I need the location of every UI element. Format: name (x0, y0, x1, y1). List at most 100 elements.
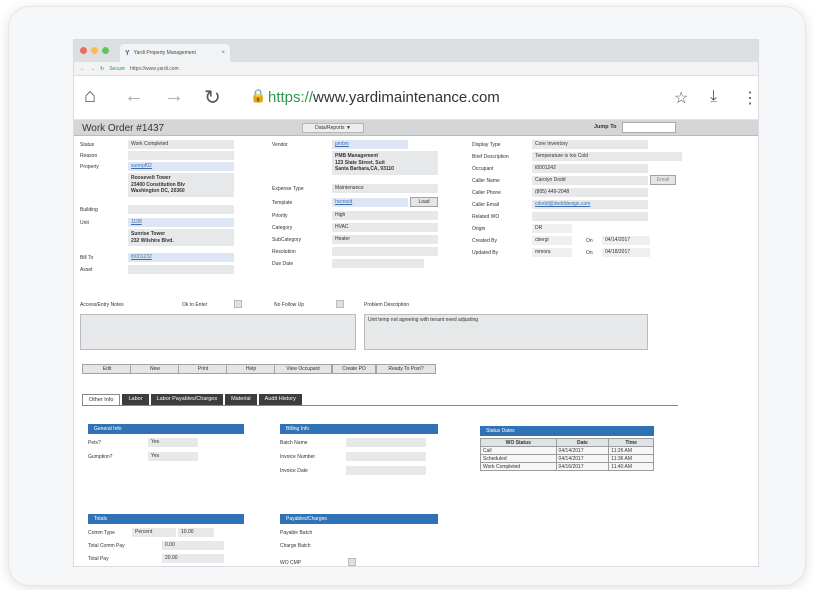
resolution-field[interactable] (332, 247, 438, 256)
minimize-window-icon[interactable] (91, 47, 98, 54)
table-cell: 04/16/2017 (555, 462, 610, 471)
created-by-label: Created By (472, 238, 498, 244)
table-cell: Work Completed (480, 462, 557, 471)
back-icon[interactable]: ← (124, 85, 144, 108)
building-field[interactable] (128, 205, 234, 214)
invoice-number-label: Invoice Number (280, 454, 316, 460)
access-notes-textarea[interactable] (80, 314, 356, 350)
caller-name-label: Caller Name (472, 178, 500, 184)
no-follow-up-checkbox[interactable] (336, 300, 344, 308)
subcategory-field[interactable]: Heater (332, 235, 438, 244)
back-icon-small[interactable]: ← (80, 66, 85, 72)
created-by-field: cbergi (532, 236, 572, 245)
tab-audit-history[interactable]: Audit History (258, 394, 302, 405)
reason-field[interactable] (128, 151, 234, 160)
caller-phone-label: Caller Phone (472, 190, 501, 196)
bookmark-icon[interactable]: ☆ (674, 88, 688, 108)
tab-labor[interactable]: Labor (122, 394, 149, 405)
reload-icon[interactable]: ↻ (204, 85, 221, 110)
access-notes-label: Access/Entry Notes (80, 302, 124, 308)
totals-header: Totals (88, 514, 244, 524)
comm-value-field[interactable]: 10.00 (178, 528, 214, 537)
reload-icon-small[interactable]: ↻ (100, 66, 104, 72)
detail-tabs: Other Info Labor Labor Payables/Charges … (82, 394, 304, 405)
jump-to-input[interactable] (622, 122, 676, 133)
brief-description-field[interactable]: Temperature is too Cold (532, 152, 682, 161)
display-type-field[interactable]: Core Inventory (532, 140, 648, 149)
edit-button[interactable]: Edit (82, 364, 132, 374)
new-button[interactable]: New (130, 364, 180, 374)
vendor-link[interactable]: pmbm (335, 141, 349, 147)
category-field[interactable]: HVAC (332, 223, 438, 232)
related-wo-field[interactable] (532, 212, 648, 221)
column-header: Date (555, 438, 610, 447)
updated-on-label: On (586, 250, 593, 256)
property-field[interactable]: sumrpf02 (128, 162, 234, 171)
menu-icon[interactable]: ⋮ (742, 88, 758, 108)
expense-type-field[interactable]: Maintenance (332, 184, 438, 193)
pets-field[interactable]: Yes (148, 438, 198, 447)
due-date-field[interactable] (332, 259, 424, 268)
forward-icon[interactable]: → (164, 85, 184, 108)
total-comm-pay-label: Total Comm Pay (88, 543, 125, 549)
create-po-button[interactable]: Create PO (332, 364, 376, 374)
unit-link[interactable]: 1108 (131, 219, 142, 225)
close-window-icon[interactable] (80, 47, 87, 54)
zoom-window-icon[interactable] (102, 47, 109, 54)
status-field[interactable]: Work Completed (128, 140, 234, 149)
caller-name-field[interactable]: Carolyn Dodd (532, 176, 648, 185)
ready-to-post-button[interactable]: Ready To Post? (376, 364, 436, 374)
asset-label: Asset (80, 267, 93, 273)
small-url[interactable]: https://www.yardi.com (130, 66, 179, 72)
origin-label: Origin (472, 226, 486, 232)
browser-tab[interactable]: Y Yardi Property Management × (120, 44, 230, 62)
home-icon[interactable]: ⌂ (84, 85, 96, 108)
unit-field[interactable]: 1108 (128, 218, 234, 227)
comm-type-label: Comm Type (88, 530, 115, 536)
total-comm-pay-field[interactable]: 0.00 (162, 541, 224, 550)
data-reports-dropdown[interactable]: Data/Reports ▼ (302, 123, 364, 133)
property-link[interactable]: sumrpf02 (131, 163, 152, 169)
tab-material[interactable]: Material (225, 394, 257, 405)
screen: Y Yardi Property Management × ← → ↻ Secu… (73, 39, 759, 567)
batch-name-field[interactable] (346, 438, 426, 447)
table-cell: 11:40 AM (608, 462, 654, 471)
gumption-field[interactable]: Yes (148, 452, 198, 461)
template-field[interactable]: hvcnoid (332, 198, 408, 207)
vendor-field[interactable]: pmbm (332, 140, 408, 149)
vendor-address-line: Santa Barbara,CA, 93110 (335, 166, 394, 172)
forward-icon-small[interactable]: → (90, 66, 95, 72)
url-bar[interactable]: https://www.yardimaintenance.com (268, 89, 500, 106)
status-label: Status (80, 142, 95, 148)
general-info-header: General Info (88, 424, 244, 434)
pets-label: Pets? (88, 440, 101, 446)
bill-to-field[interactable]: t0001232 (128, 253, 234, 262)
download-icon[interactable]: ⤓ (710, 88, 717, 106)
invoice-date-field[interactable] (346, 466, 426, 475)
caller-email-field[interactable]: cdodd@dodddesign.com (532, 200, 648, 209)
priority-field[interactable]: High (332, 211, 438, 220)
email-button[interactable]: Email (650, 175, 676, 185)
ok-to-enter-checkbox[interactable] (234, 300, 242, 308)
tab-other-info[interactable]: Other Info (82, 394, 121, 405)
caller-email-link[interactable]: cdodd@dodddesign.com (535, 201, 590, 207)
bill-to-link[interactable]: t0001232 (131, 254, 152, 260)
view-occupant-button[interactable]: View Occupant (274, 364, 332, 374)
comm-type-select[interactable]: Percent (132, 528, 176, 537)
total-pay-field[interactable]: 20.00 (162, 554, 224, 563)
problem-description-label: Problem Description (364, 302, 410, 308)
load-button[interactable]: Load (410, 197, 438, 207)
building-label: Building (80, 207, 98, 213)
occupant-field[interactable]: t0001242 (532, 164, 648, 173)
template-link[interactable]: hvcnoid (335, 199, 352, 205)
help-button[interactable]: Help (226, 364, 276, 374)
no-follow-up-label: No Follow Up (274, 302, 305, 308)
asset-field[interactable] (128, 265, 234, 274)
print-button[interactable]: Print (178, 364, 228, 374)
caller-phone-field[interactable]: (805) 449-2048 (532, 188, 648, 197)
wo-cmp-checkbox[interactable] (348, 558, 356, 566)
invoice-number-field[interactable] (346, 452, 426, 461)
problem-description-textarea[interactable]: Unit temp not agreeing with tenant need … (364, 314, 648, 350)
tab-labor-payables[interactable]: Labor Payables/Charges (150, 394, 224, 405)
tab-close-icon[interactable]: × (221, 50, 225, 56)
